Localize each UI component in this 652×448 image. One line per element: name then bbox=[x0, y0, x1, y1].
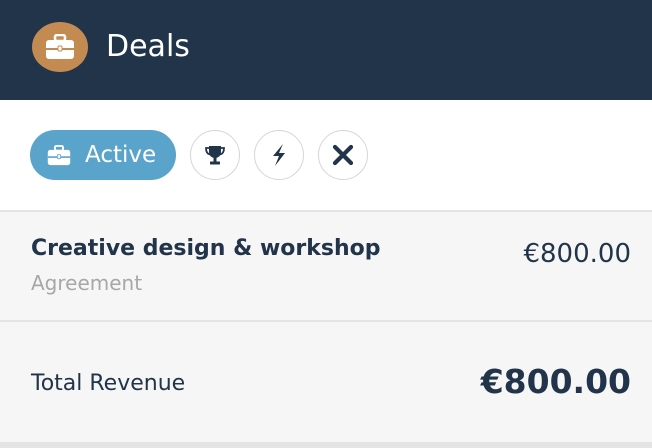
divider bbox=[0, 442, 652, 448]
close-icon bbox=[331, 143, 355, 167]
deal-title: Creative design & workshop bbox=[31, 236, 381, 261]
briefcase-icon bbox=[47, 144, 71, 166]
deal-list-item[interactable]: Creative design & workshop Agreement €80… bbox=[0, 212, 652, 322]
total-revenue-label: Total Revenue bbox=[31, 371, 186, 396]
app-header: Deals bbox=[0, 0, 652, 100]
page-title: Deals bbox=[106, 29, 190, 64]
total-revenue-row: Total Revenue €800.00 bbox=[0, 322, 652, 442]
filter-lost-button[interactable] bbox=[318, 130, 368, 180]
total-revenue-amount: €800.00 bbox=[480, 362, 631, 401]
filter-active-label: Active bbox=[85, 142, 157, 168]
filter-active-button[interactable]: Active bbox=[30, 130, 176, 180]
filter-won-button[interactable] bbox=[190, 130, 240, 180]
deal-amount: €800.00 bbox=[523, 239, 631, 269]
briefcase-icon bbox=[32, 22, 88, 72]
trophy-icon bbox=[203, 143, 227, 167]
lightning-icon bbox=[268, 143, 290, 167]
filter-bar: Active bbox=[0, 100, 652, 212]
deal-subtitle: Agreement bbox=[31, 271, 143, 295]
filter-pending-button[interactable] bbox=[254, 130, 304, 180]
